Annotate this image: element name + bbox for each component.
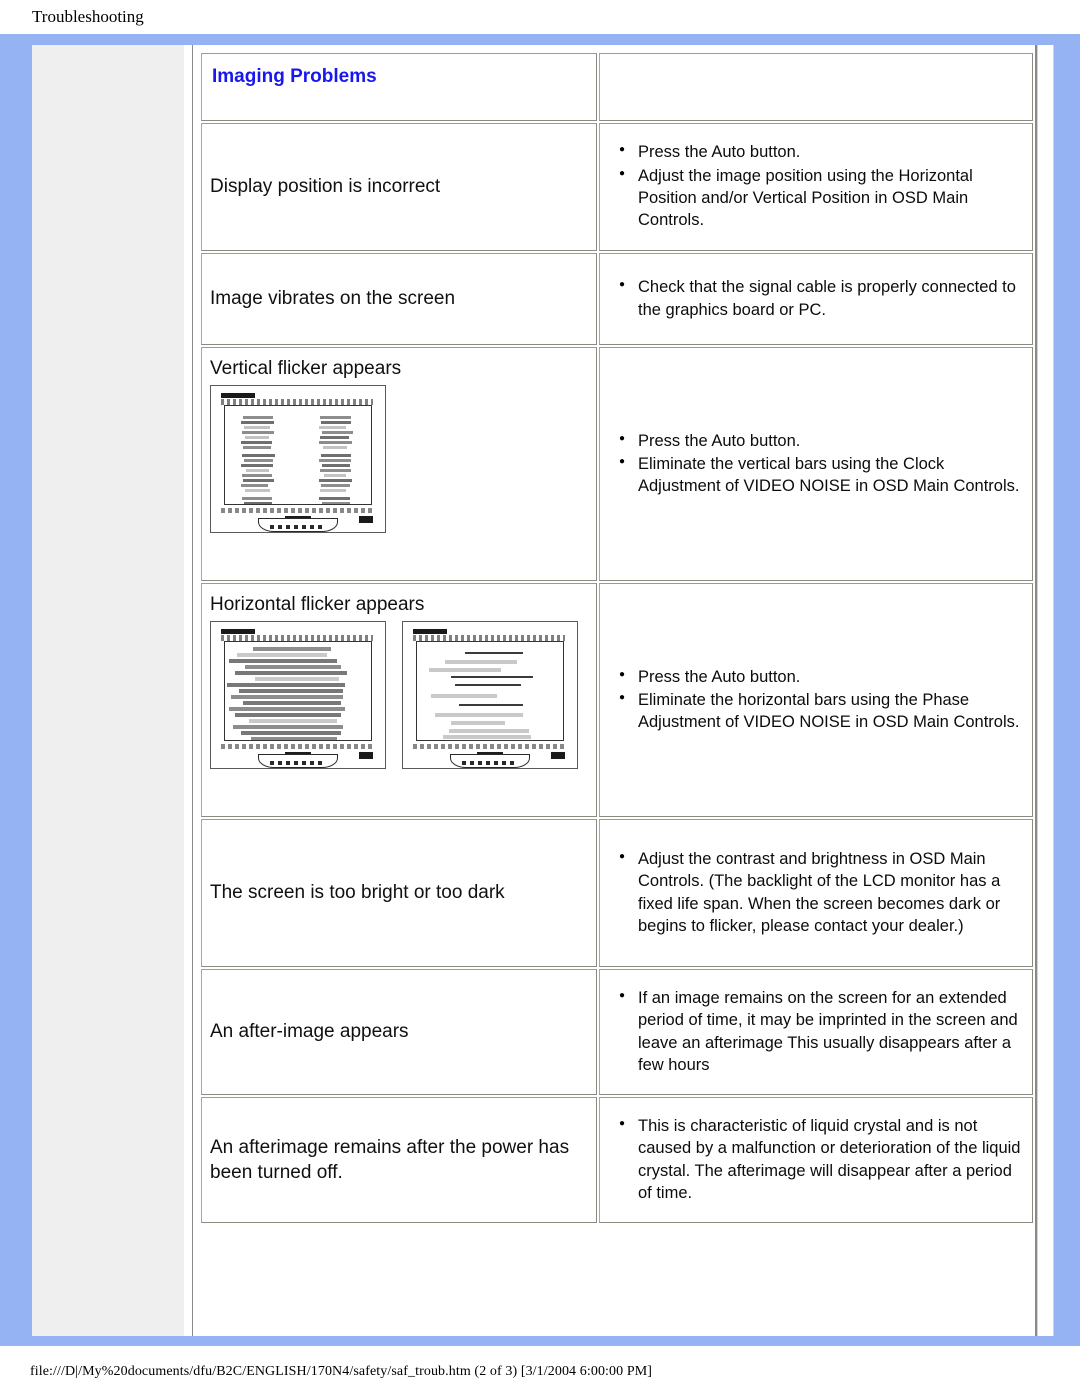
lcd-monitor-icon (210, 385, 386, 534)
list-item: Press the Auto button. (619, 429, 1026, 452)
monitor-topline (221, 393, 255, 399)
footer-path: file:///D|/My%20documents/dfu/B2C/ENGLIS… (30, 1363, 653, 1379)
monitor-buttons (270, 761, 326, 766)
table-row: An afterimage remains after the power ha… (201, 1097, 1033, 1223)
problem-cell: An after-image appears (201, 969, 597, 1095)
problem-cell: Horizontal flicker appears (201, 583, 597, 817)
solution-list: Press the Auto button. Eliminate the ver… (600, 429, 1032, 498)
solution-list: Press the Auto button. Adjust the image … (600, 140, 1032, 232)
horizontal-flicker-illustration (202, 617, 596, 777)
troubleshooting-table: Imaging Problems Display position is inc… (199, 51, 1035, 1225)
monitor-buttons (270, 525, 326, 530)
table-row-heading: Imaging Problems (201, 53, 1033, 121)
list-item: Check that the signal cable is properly … (619, 275, 1026, 321)
solution-list: Press the Auto button. Eliminate the hor… (600, 665, 1032, 734)
frame-inner: Imaging Problems Display position is inc… (32, 45, 1054, 1336)
list-item: Adjust the image position using the Hori… (619, 164, 1026, 232)
table-row: Horizontal flicker appears ● Press the A… (201, 583, 1033, 817)
problem-label: Display position is incorrect (210, 176, 441, 198)
monitor-screen (224, 405, 372, 506)
sidebar-panel (32, 45, 187, 1336)
browser-frame: Imaging Problems Display position is inc… (0, 34, 1080, 1346)
monitor-screen (416, 641, 564, 742)
list-item: Press the Auto button. (619, 140, 1026, 163)
table-row: Display position is incorrect Press the … (201, 123, 1033, 251)
monitor-statusbar (221, 508, 373, 514)
solution-cell: Press the Auto button. Eliminate the hor… (599, 583, 1033, 817)
document-page: Troubleshooting Imaging Problems Display… (0, 0, 1080, 1397)
solution-list: Adjust the contrast and brightness in OS… (600, 847, 1032, 937)
solution-cell: This is characteristic of liquid crystal… (599, 1097, 1033, 1223)
list-item: Eliminate the vertical bars using the Cl… (619, 452, 1026, 498)
table-row: Vertical flicker appears ● Press the Aut… (201, 347, 1033, 581)
problem-cell: Vertical flicker appears (201, 347, 597, 581)
main-content: Imaging Problems Display position is inc… (192, 45, 1037, 1336)
vertical-flicker-illustration (202, 381, 596, 541)
list-item: Eliminate the horizontal bars using the … (619, 688, 1026, 734)
problem-cell: Display position is incorrect (201, 123, 597, 251)
solution-list: Check that the signal cable is properly … (600, 275, 1032, 321)
solution-cell: If an image remains on the screen for an… (599, 969, 1033, 1095)
table-row: An after-image appears If an image remai… (201, 969, 1033, 1095)
problem-label: The screen is too bright or too dark (210, 882, 505, 904)
section-heading-cell: Imaging Problems (201, 53, 597, 121)
lcd-monitor-icon (210, 621, 386, 770)
table-row: The screen is too bright or too dark Adj… (201, 819, 1033, 967)
table-row: Image vibrates on the screen Check that … (201, 253, 1033, 345)
problem-label: An afterimage remains after the power ha… (210, 1136, 570, 1183)
document-header: Troubleshooting (0, 0, 1080, 34)
solution-cell: Press the Auto button. Adjust the image … (599, 123, 1033, 251)
scrollbar-track[interactable] (1037, 45, 1054, 1336)
problem-label: Vertical flicker appears (210, 358, 402, 379)
vertical-noise-left (241, 412, 275, 505)
section-title: Imaging Problems (212, 66, 377, 87)
monitor-statusbar (221, 744, 373, 750)
problem-cell: An afterimage remains after the power ha… (201, 1097, 597, 1223)
problem-label: Horizontal flicker appears (210, 594, 425, 615)
solution-list: If an image remains on the screen for an… (600, 986, 1032, 1076)
list-item: Adjust the contrast and brightness in OS… (619, 847, 1026, 937)
problem-label: Image vibrates on the screen (210, 288, 456, 310)
problem-label: An after-image appears (210, 1021, 409, 1043)
document-footer: file:///D|/My%20documents/dfu/B2C/ENGLIS… (0, 1346, 1080, 1397)
monitor-buttons (462, 761, 518, 766)
lcd-monitor-icon (402, 621, 578, 770)
power-led-icon (359, 516, 373, 524)
solution-list: This is characteristic of liquid crystal… (600, 1114, 1032, 1204)
problem-cell: Image vibrates on the screen (201, 253, 597, 345)
list-item: This is characteristic of liquid crystal… (619, 1114, 1026, 1204)
list-item: Press the Auto button. (619, 665, 1026, 688)
monitor-topline (221, 629, 255, 635)
power-led-icon (359, 752, 373, 760)
power-led-icon (551, 752, 565, 760)
page-title: Troubleshooting (32, 7, 144, 26)
monitor-screen (224, 641, 372, 742)
problem-cell: The screen is too bright or too dark (201, 819, 597, 967)
solution-cell: Adjust the contrast and brightness in OS… (599, 819, 1033, 967)
section-heading-spacer (599, 53, 1033, 121)
solution-cell: Press the Auto button. Eliminate the ver… (599, 347, 1033, 581)
solution-cell: Check that the signal cable is properly … (599, 253, 1033, 345)
monitor-topline (413, 629, 447, 635)
list-item: If an image remains on the screen for an… (619, 986, 1026, 1076)
vertical-noise-right (319, 412, 353, 505)
monitor-statusbar (413, 744, 565, 750)
